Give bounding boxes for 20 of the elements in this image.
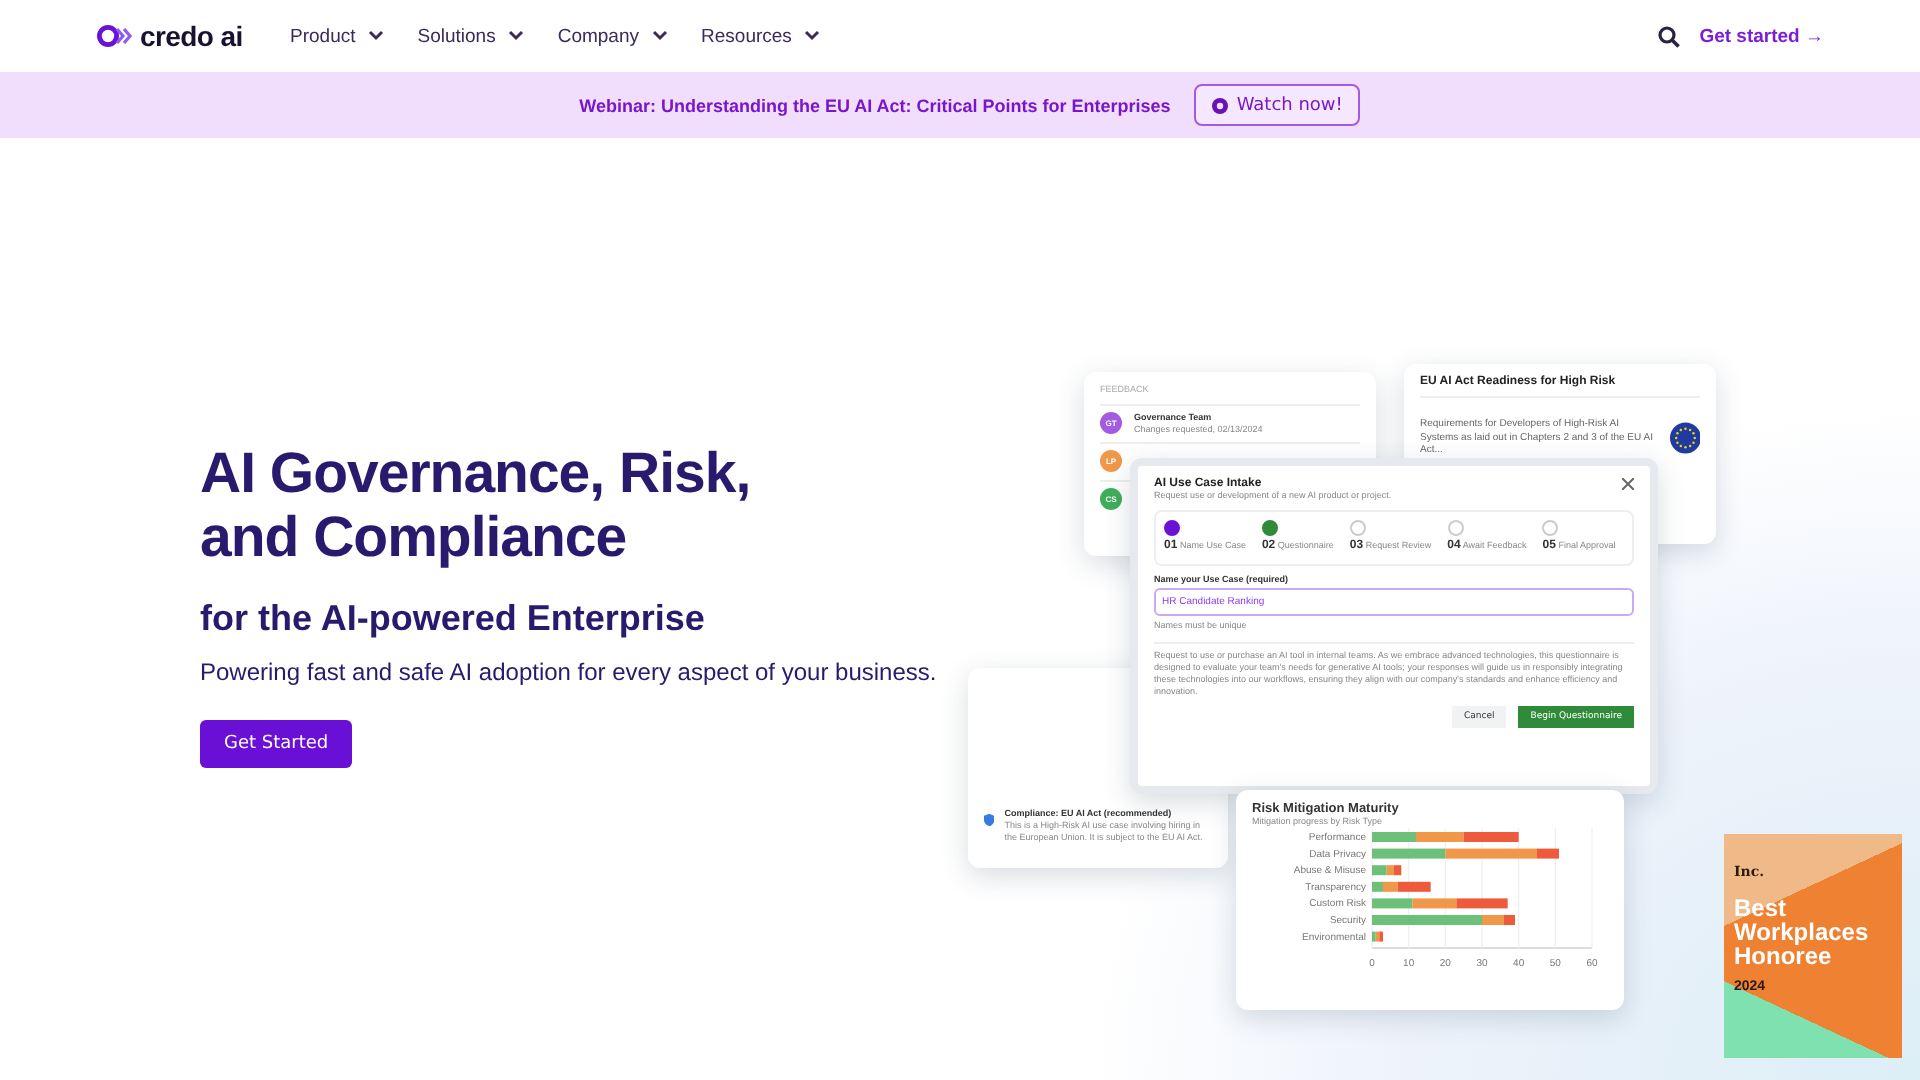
nav-menu-item[interactable]: Product (290, 25, 384, 47)
nav-menu-item[interactable]: Solutions (417, 25, 524, 47)
hero-text: Powering fast and safe AI adoption for every aspect of your business. (200, 658, 939, 686)
chevron-down-icon (507, 30, 524, 42)
chevron-down-icon (803, 30, 820, 42)
search-icon[interactable] (1657, 25, 1680, 47)
get-started-link[interactable]: Get started → (1699, 25, 1824, 47)
close-icon[interactable] (1622, 478, 1634, 490)
hero-subtitle: for the AI-powered Enterprise (200, 598, 707, 640)
watch-now-button[interactable]: Watch now! (1194, 84, 1361, 126)
webinar-text: Webinar: Understanding the EU AI Act: Critical Points for Enterprises (579, 95, 1171, 115)
nav-menu-item[interactable]: Resources (701, 25, 820, 47)
chevron-down-icon (367, 30, 384, 42)
hero-title: AI Governance, Risk, and Compliance (200, 442, 753, 570)
chevron-down-icon (651, 30, 668, 42)
logo-icon (96, 24, 132, 48)
get-started-button[interactable]: Get Started (200, 720, 353, 768)
logo-text[interactable]: credo ai (140, 20, 243, 52)
nav-menu-item[interactable]: Company (557, 25, 668, 47)
play-circle-icon (1212, 97, 1229, 113)
